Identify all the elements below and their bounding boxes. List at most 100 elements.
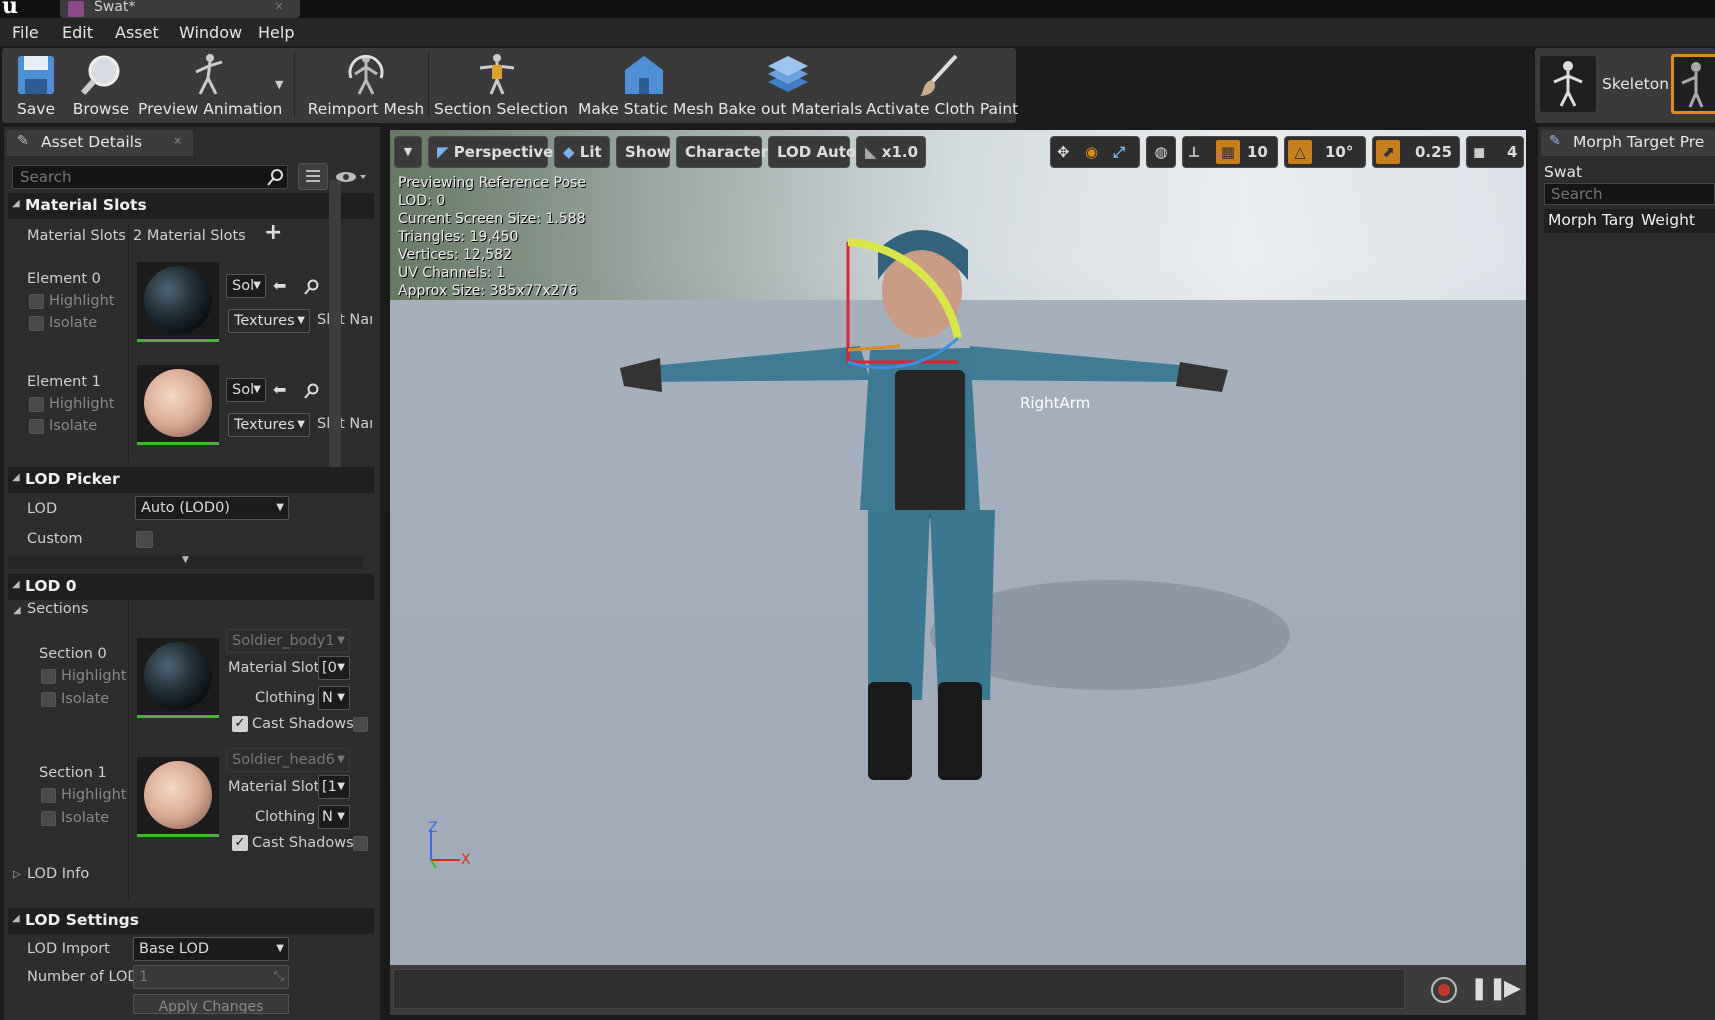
rotation-snap-icon[interactable]: △ <box>1288 140 1312 164</box>
scale-snap-value[interactable]: 0.25 <box>1415 137 1452 167</box>
scale-snap-icon[interactable]: ⬈ <box>1376 140 1400 164</box>
details-scrollbar[interactable] <box>329 180 341 485</box>
element-1-highlight-checkbox[interactable] <box>29 397 44 412</box>
morph-search-input[interactable] <box>1545 184 1714 204</box>
morph-target-column-header[interactable]: Morph Targ <box>1548 211 1636 229</box>
menu-edit[interactable]: Edit <box>62 23 93 42</box>
timeline-scrubber[interactable] <box>393 969 1405 1009</box>
document-tab[interactable]: Swat* × <box>60 0 300 18</box>
morph-search-field[interactable] <box>1544 183 1715 205</box>
view-options-button[interactable] <box>298 163 328 190</box>
section-1-cast-shadows-checkbox[interactable]: ✓ <box>232 835 248 851</box>
section-0-highlight-checkbox[interactable] <box>41 669 56 684</box>
camera-speed-button[interactable]: ◼ 4 <box>1466 136 1524 168</box>
lod-auto-button[interactable]: LOD Auto <box>768 136 856 168</box>
surface-snap-icon[interactable]: ⟂ <box>1189 137 1199 167</box>
element-0-highlight-checkbox[interactable] <box>29 294 44 309</box>
element-1-material-thumbnail[interactable] <box>137 365 219 445</box>
preview-animation-dropdown-icon[interactable]: ▼ <box>275 78 283 91</box>
weight-column-header[interactable]: Weight <box>1641 211 1695 229</box>
details-search-field[interactable] <box>12 165 288 189</box>
element-0-material-dropdown[interactable]: Sol ▼ <box>226 274 266 298</box>
pause-icon[interactable]: ❚❚ <box>1470 976 1507 1001</box>
material-slots-header[interactable]: ◢ Material Slots <box>8 193 374 219</box>
lod0-header[interactable]: ◢ LOD 0 <box>8 574 374 600</box>
collapse-triangle-icon[interactable]: ◢ <box>13 605 21 616</box>
reimport-mesh-button[interactable]: Reimport Mesh <box>306 48 426 123</box>
make-static-mesh-button[interactable]: Make Static Mesh <box>578 48 714 123</box>
browse-asset-icon[interactable] <box>304 383 320 399</box>
save-label: Save <box>16 100 56 118</box>
save-button[interactable]: Save <box>6 48 66 123</box>
section-1-material-slot-dropdown[interactable]: [1 ▼ <box>318 775 350 799</box>
section-1-extra-checkbox[interactable] <box>353 836 368 851</box>
sections-label: Sections <box>27 601 89 617</box>
section-1-material-thumbnail[interactable] <box>137 757 219 837</box>
lod-dropdown[interactable]: Auto (LOD0) ▼ <box>135 496 289 520</box>
use-selected-arrow-icon[interactable]: ⬅ <box>273 380 286 399</box>
section-selection-label: Section Selection <box>434 100 568 118</box>
section-0-material-dropdown[interactable]: Soldier_body1 ▼ <box>226 629 350 653</box>
record-button[interactable] <box>1431 977 1457 1003</box>
morph-target-tab[interactable]: ✎ Morph Target Pre <box>1541 130 1715 156</box>
details-search-input[interactable] <box>13 166 287 188</box>
expand-triangle-icon[interactable]: ▷ <box>13 869 21 880</box>
viewport-options-button[interactable]: ▼ <box>394 136 422 168</box>
section-0-material-slot-dropdown[interactable]: [0 ▼ <box>318 656 350 680</box>
element-1-material-dropdown[interactable]: Sol ▼ <box>226 378 266 402</box>
translate-icon[interactable]: ✥ <box>1057 137 1070 167</box>
browse-button[interactable]: Browse <box>70 48 132 123</box>
close-tab-icon[interactable]: × <box>274 0 284 13</box>
perspective-button[interactable]: ◤ Perspective <box>428 136 553 168</box>
world-local-toggle[interactable]: ◍ <box>1146 136 1176 168</box>
activate-cloth-paint-button[interactable]: Activate Cloth Paint <box>866 48 1018 123</box>
mesh-mode-button[interactable] <box>1671 54 1715 114</box>
preview-viewport[interactable]: RightArm Z X <box>390 130 1526 965</box>
section-1-clothing-dropdown[interactable]: N ▼ <box>318 805 350 829</box>
element-0-material-thumbnail[interactable] <box>137 262 219 342</box>
custom-lod-checkbox[interactable] <box>136 531 153 548</box>
lod-import-dropdown[interactable]: Base LOD ▼ <box>133 937 289 961</box>
use-selected-arrow-icon[interactable]: ⬅ <box>273 276 286 295</box>
rotation-snap-value[interactable]: 10° <box>1325 137 1353 167</box>
playback-speed-button[interactable]: ◣ x1.0 <box>856 136 926 168</box>
section-1-material-dropdown[interactable]: Soldier_head6 ▼ <box>226 748 350 772</box>
show-button[interactable]: Show <box>616 136 671 168</box>
close-panel-icon[interactable]: × <box>173 134 182 147</box>
section-selection-button[interactable]: Section Selection <box>434 48 568 123</box>
element-1-isolate-checkbox[interactable] <box>29 419 44 434</box>
skeleton-mode-button[interactable] <box>1540 56 1596 112</box>
section-1-highlight-checkbox[interactable] <box>41 788 56 803</box>
section-0-clothing-dropdown[interactable]: N ▼ <box>318 686 350 710</box>
section-0-material-thumbnail[interactable] <box>137 638 219 718</box>
section-0-isolate-checkbox[interactable] <box>41 692 56 707</box>
number-of-lod-input[interactable]: 1 ⤡ <box>133 965 289 989</box>
lit-button[interactable]: ◆ Lit <box>554 136 610 168</box>
add-material-slot-button[interactable]: + <box>264 220 282 245</box>
menu-window[interactable]: Window <box>179 23 242 42</box>
rotate-icon[interactable]: ◉ <box>1085 137 1098 167</box>
character-button[interactable]: Character <box>676 136 768 168</box>
bake-out-materials-button[interactable]: Bake out Materials <box>718 48 862 123</box>
scale-icon[interactable]: ⤢ <box>1113 137 1125 167</box>
preview-animation-button[interactable]: Preview Animation <box>138 48 282 123</box>
menu-file[interactable]: File <box>12 23 39 42</box>
section-0-cast-shadows-checkbox[interactable]: ✓ <box>232 716 248 732</box>
apply-changes-button[interactable]: Apply Changes <box>133 994 289 1014</box>
asset-details-tab[interactable]: ✎ Asset Details × <box>7 130 193 156</box>
lod-picker-header[interactable]: ◢ LOD Picker <box>8 467 374 493</box>
menu-help[interactable]: Help <box>258 23 294 42</box>
lod-settings-header[interactable]: ◢ LOD Settings <box>8 908 374 934</box>
section-0-extra-checkbox[interactable] <box>353 717 368 732</box>
section-1-isolate-checkbox[interactable] <box>41 811 56 826</box>
element-1-textures-dropdown[interactable]: Textures ▼ <box>228 413 310 437</box>
grid-snap-icon[interactable]: ▦ <box>1216 140 1240 164</box>
step-forward-icon[interactable]: ▶ <box>1504 976 1521 1001</box>
grid-snap-value[interactable]: 10 <box>1247 137 1268 167</box>
browse-asset-icon[interactable] <box>304 279 320 295</box>
element-0-isolate-checkbox[interactable] <box>29 316 44 331</box>
expand-advanced-button[interactable]: ▼ <box>8 555 363 569</box>
element-0-textures-dropdown[interactable]: Textures ▼ <box>228 309 310 333</box>
menu-asset[interactable]: Asset <box>115 23 159 42</box>
lod-info-label[interactable]: LOD Info <box>27 866 89 882</box>
